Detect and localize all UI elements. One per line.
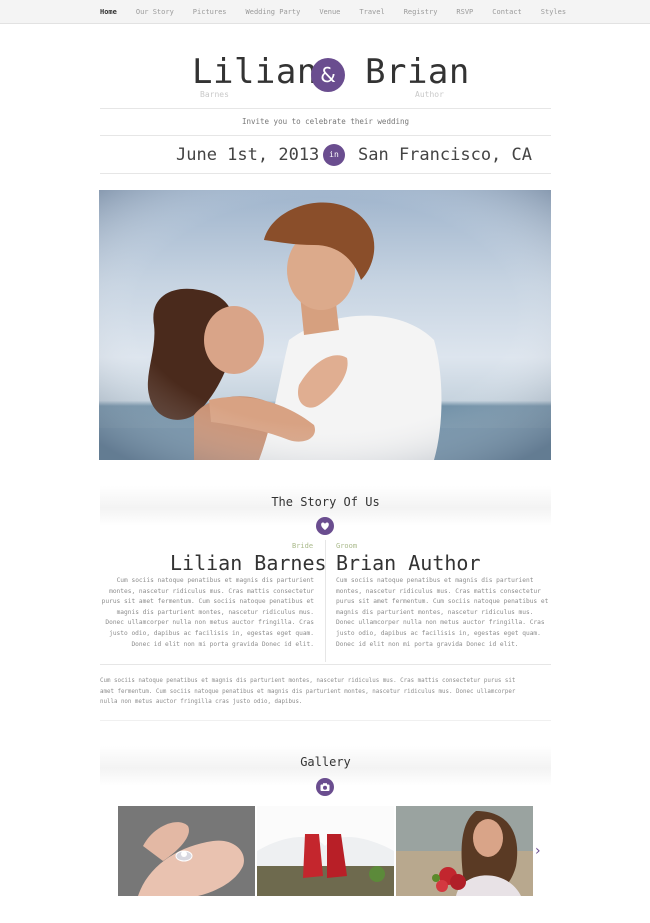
groom-story-line: Donec ullamcorper nulla non metus auctor… <box>336 619 545 627</box>
chevron-right-icon[interactable]: › <box>535 843 541 859</box>
ampersand-badge: & <box>311 58 345 92</box>
bride-story-line: justo odio, dapibus ac facilisis in, ege… <box>109 629 314 637</box>
bride-first-name: Lilian <box>192 52 318 92</box>
bride-first-name-text: Lilian <box>170 551 243 575</box>
gallery-thumb-ring[interactable] <box>118 806 255 896</box>
story-full-line: nulla non metus auctor fringilla cras ju… <box>100 699 303 706</box>
divider <box>100 664 551 665</box>
nav-item-venue[interactable]: Venue <box>319 0 340 24</box>
groom-story-text: Cum sociis natoque penatibus et magnis d… <box>336 576 550 650</box>
bride-role-label: Bride <box>292 542 314 550</box>
bride-story-line: Cum sociis natoque penatibus et magnis d… <box>116 577 314 584</box>
groom-first-name: Brian <box>365 52 470 92</box>
bride-last-name: Barnes <box>200 90 229 99</box>
top-navigation: Home Our Story Pictures Wedding Party Ve… <box>0 0 650 24</box>
divider <box>100 108 551 109</box>
divider <box>100 720 551 721</box>
hero-couple-photo <box>99 190 551 460</box>
groom-story-line: magnis dis parturient montes, nascetur r… <box>336 608 534 616</box>
nav-item-wedding-party[interactable]: Wedding Party <box>246 0 301 24</box>
nav-item-rsvp[interactable]: RSVP <box>456 0 473 24</box>
groom-full-name: Brian Author <box>336 551 481 575</box>
nav-item-styles[interactable]: Styles <box>541 0 566 24</box>
groom-story-line: purus sit amet fermentum. Cum sociis nat… <box>336 598 549 606</box>
groom-last-name: Author <box>415 90 444 99</box>
bride-last-name-text: Barnes <box>254 551 327 575</box>
groom-role-label: Groom <box>336 542 358 550</box>
story-full-text: Cum sociis natoque penatibus et magnis d… <box>100 676 551 708</box>
nav-item-contact[interactable]: Contact <box>492 0 522 24</box>
event-date: June 1st, 2013 <box>176 145 320 165</box>
groom-story-line: justo odio, dapibus ac facilisis in, ege… <box>336 629 541 637</box>
story-full-line: amet fermentum. Cum sociis natoque penat… <box>100 688 516 695</box>
gallery-thumb-bride-bouquet[interactable] <box>396 806 533 896</box>
nav-item-pictures[interactable]: Pictures <box>193 0 227 24</box>
groom-story-line: Cum sociis natoque penatibus et magnis d… <box>336 577 534 584</box>
divider <box>100 173 551 174</box>
nav-item-registry[interactable]: Registry <box>404 0 438 24</box>
gallery-thumb-red-shoes[interactable] <box>257 806 394 896</box>
groom-story-line: montes, nascetur ridiculus mus. Cras mat… <box>336 587 541 595</box>
bride-story-line: Donec ullamcorper nulla non metus auctor… <box>105 619 314 627</box>
gallery-title: Gallery <box>300 755 351 769</box>
bride-story-line: magnis dis parturient montes, nascetur r… <box>116 608 314 616</box>
in-badge: in <box>323 144 345 166</box>
groom-first-name-text: Brian <box>336 551 397 575</box>
bride-full-name: Lilian Barnes <box>170 551 327 575</box>
nav-item-travel[interactable]: Travel <box>359 0 384 24</box>
nav-item-our-story[interactable]: Our Story <box>136 0 174 24</box>
invite-text: Invite you to celebrate their wedding <box>241 117 410 126</box>
nav-menu: Home Our Story Pictures Wedding Party Ve… <box>100 0 585 24</box>
bride-story-line: montes, nascetur ridiculus mus. Cras mat… <box>109 587 314 595</box>
bride-story-line: Donec id elit non mi porta gravida Donec… <box>131 640 314 648</box>
event-location: San Francisco, CA <box>358 145 532 165</box>
bride-story-text: Cum sociis natoque penatibus et magnis d… <box>100 576 314 650</box>
bride-story-line: purus sit amet fermentum. Cum sociis nat… <box>101 598 314 606</box>
heart-icon <box>316 517 334 535</box>
story-full-line: Cum sociis natoque penatibus et magnis d… <box>100 678 516 684</box>
story-title: The Story Of Us <box>271 495 380 509</box>
column-divider <box>325 540 326 662</box>
groom-last-name-text: Author <box>408 551 481 575</box>
camera-icon <box>316 778 334 796</box>
nav-item-home[interactable]: Home <box>100 0 117 24</box>
groom-story-line: Donec id elit non mi porta gravida Donec… <box>336 640 519 648</box>
divider <box>100 135 551 136</box>
event-details: June 1st, 2013 in San Francisco, CA <box>0 143 650 169</box>
